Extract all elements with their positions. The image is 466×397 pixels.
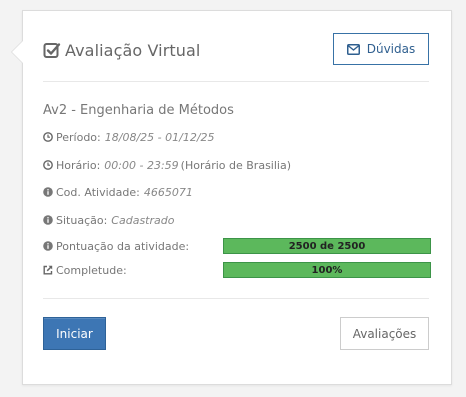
card-header: Avaliação Virtual Dúvidas [43,33,429,67]
periodo-row: Período: 18/08/25 - 01/12/25 [43,129,215,145]
horario-label: Horário: [56,158,101,172]
info-circle-icon [43,215,53,225]
codigo-value: 4665071 [143,185,193,199]
info-circle-icon [43,187,53,197]
completude-progress-text: 100% [311,264,343,276]
divider [43,81,429,82]
pontuacao-progress-text: 2500 de 2500 [288,240,366,252]
external-link-icon [43,265,53,275]
situacao-value: Cadastrado [111,213,175,227]
completude-row: Completude: [43,262,127,278]
card-title: Avaliação Virtual [65,40,201,60]
pontuacao-row: Pontuação da atividade: [43,238,189,254]
pontuacao-progress-bar: 2500 de 2500 [223,238,431,254]
divider [43,298,429,299]
activity-name: Av2 - Engenharia de Métodos [43,103,234,118]
codigo-row: Cod. Atividade: 4665071 [43,184,193,200]
card-pointer [11,40,23,64]
envelope-icon [346,43,360,55]
clock-icon [43,160,53,170]
horario-timezone: (Horário de Brasilia) [180,158,292,172]
completude-progress-bar: 100% [223,262,431,278]
pontuacao-label: Pontuação da atividade: [56,239,190,253]
periodo-label: Período: [56,130,101,144]
info-circle-icon [43,241,53,251]
horario-row: Horário: 00:00 - 23:59 (Horário de Brasi… [43,157,291,173]
completude-label: Completude: [56,263,127,277]
situacao-row: Situação: Cadastrado [43,212,174,228]
start-button[interactable]: Iniciar [43,317,106,350]
periodo-value: 18/08/25 - 01/12/25 [104,130,215,144]
clock-icon [43,132,53,142]
check-square-icon [43,41,61,59]
situacao-label: Situação: [56,213,108,227]
horario-value: 00:00 - 23:59 [104,158,179,172]
help-button[interactable]: Dúvidas [333,33,429,65]
help-button-label: Dúvidas [366,42,416,56]
codigo-label: Cod. Atividade: [56,185,140,199]
evaluations-button[interactable]: Avaliações [340,317,429,350]
activity-card: Avaliação Virtual Dúvidas Av2 - Engenhar… [11,10,452,385]
